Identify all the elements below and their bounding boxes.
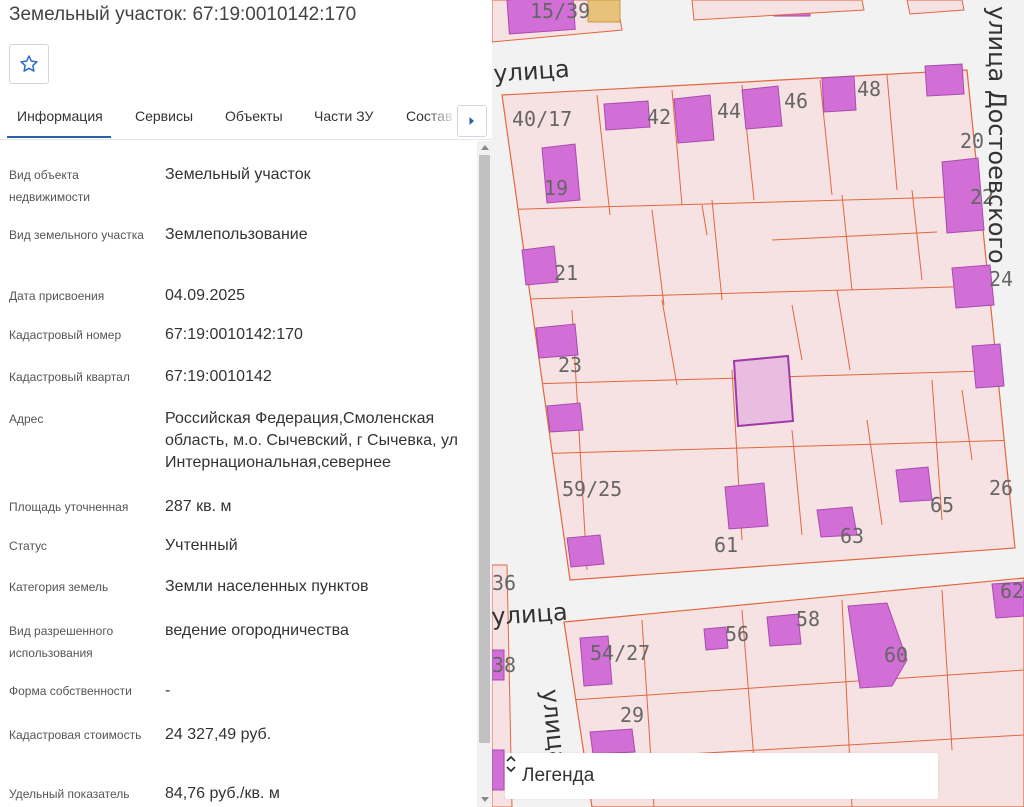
legend-panel[interactable]: Легенда — [505, 753, 938, 799]
tab-information[interactable]: Информация — [17, 108, 103, 124]
house-number-label: 23 — [558, 353, 582, 377]
tab-overflow-fade — [425, 96, 457, 138]
info-value: Российская Федерация,Смоленская область,… — [165, 410, 458, 471]
tab-services[interactable]: Сервисы — [135, 108, 193, 124]
house-number-label: 58 — [796, 607, 820, 631]
info-label: Категория земель — [9, 580, 109, 594]
house-number-label: 61 — [714, 533, 738, 557]
page-title: Земельный участок: 67:19:0010142:170 — [9, 4, 357, 25]
info-value: 04.09.2025 — [165, 287, 246, 304]
street-label: улица Достоевского — [983, 6, 1011, 264]
scroll-down-arrow-icon[interactable] — [481, 797, 489, 802]
tab-parts[interactable]: Части ЗУ — [314, 108, 373, 124]
info-label: Кадастровая стоимость — [9, 728, 142, 742]
selected-parcel[interactable] — [732, 354, 795, 428]
house-number-label: 20 — [960, 129, 984, 153]
info-label: Форма собственности — [9, 684, 132, 698]
house-number-label: 26 — [989, 476, 1013, 500]
info-value: 84,76 руб./кв. м — [165, 785, 280, 802]
info-value: 287 кв. м — [165, 498, 232, 515]
house-number-label: 65 — [930, 493, 954, 517]
info-label: Вид объекта недвижимости — [9, 168, 90, 204]
street-label: улица — [492, 55, 570, 88]
info-value: Учтенный — [165, 537, 238, 554]
object-info-panel: Земельный участок: 67:19:0010142:170 Инф… — [0, 0, 492, 807]
house-number-label: 40/17 — [512, 107, 572, 131]
scroll-up-arrow-icon[interactable] — [481, 145, 489, 150]
info-value: 67:19:0010142:170 — [165, 326, 303, 343]
star-outline-icon — [20, 55, 38, 72]
cadastral-map[interactable]: 15/39 40/17 42 44 46 48 20 19 22 21 24 2… — [492, 0, 1024, 807]
house-number-label: 19 — [544, 176, 568, 200]
info-value: 67:19:0010142 — [165, 368, 272, 385]
house-number-label: 54/27 — [590, 641, 650, 665]
house-number-label: 48 — [857, 77, 881, 101]
info-label: Площадь уточненная — [9, 500, 129, 514]
house-number-label: 59/25 — [562, 477, 622, 501]
house-number-label: 29 — [620, 703, 644, 727]
chevron-up-down-icon[interactable] — [505, 753, 517, 775]
house-number-label: 63 — [840, 524, 864, 548]
tab-objects[interactable]: Объекты — [225, 108, 283, 124]
house-number-label: 62 — [1000, 579, 1024, 603]
house-number-label: 38 — [492, 653, 516, 677]
info-value: 24 327,49 руб. — [165, 726, 272, 743]
house-number-label: 24 — [989, 267, 1013, 291]
tab-scroll-right-button[interactable] — [457, 105, 487, 137]
house-number-label: 46 — [784, 89, 808, 113]
scrollbar-thumb[interactable] — [479, 155, 490, 743]
tab-bar: Информация Сервисы Объекты Части ЗУ Сост… — [0, 96, 492, 140]
info-list: Вид объекта недвижимости Земельный участ… — [0, 141, 477, 807]
info-label: Статус — [9, 539, 47, 553]
house-number-label: 42 — [647, 105, 671, 129]
info-value: Землепользование — [165, 226, 308, 243]
info-label: Вид земельного участка — [9, 228, 144, 242]
house-number-label: 60 — [884, 643, 908, 667]
house-number-label: 56 — [725, 622, 749, 646]
house-number-label: 36 — [492, 571, 516, 595]
active-tab-indicator — [7, 136, 111, 138]
info-label: Удельный показатель — [9, 787, 130, 801]
caret-right-icon — [469, 117, 474, 125]
building — [587, 0, 621, 23]
info-value: ведение огородничества — [165, 622, 349, 639]
map-canvas[interactable]: 15/39 40/17 42 44 46 48 20 19 22 21 24 2… — [492, 0, 1024, 807]
info-value: Земельный участок — [165, 166, 311, 183]
info-label: Кадастровый квартал — [9, 370, 130, 384]
house-number-label: 44 — [717, 99, 741, 123]
info-label: Адрес — [9, 412, 44, 426]
info-scrollbar[interactable] — [477, 141, 492, 807]
house-number-label: 15/39 — [530, 0, 590, 23]
info-value: Земли населенных пунктов — [165, 578, 369, 595]
house-number-label: 21 — [554, 261, 578, 285]
legend-label: Легенда — [522, 765, 595, 786]
info-label: Кадастровый номер — [9, 328, 122, 342]
favorite-button[interactable] — [9, 44, 49, 84]
info-label: Дата присвоения — [9, 289, 105, 303]
street-label: улица — [492, 598, 568, 631]
info-label: Вид разрешенного использования — [9, 624, 114, 660]
info-value: - — [165, 682, 171, 699]
